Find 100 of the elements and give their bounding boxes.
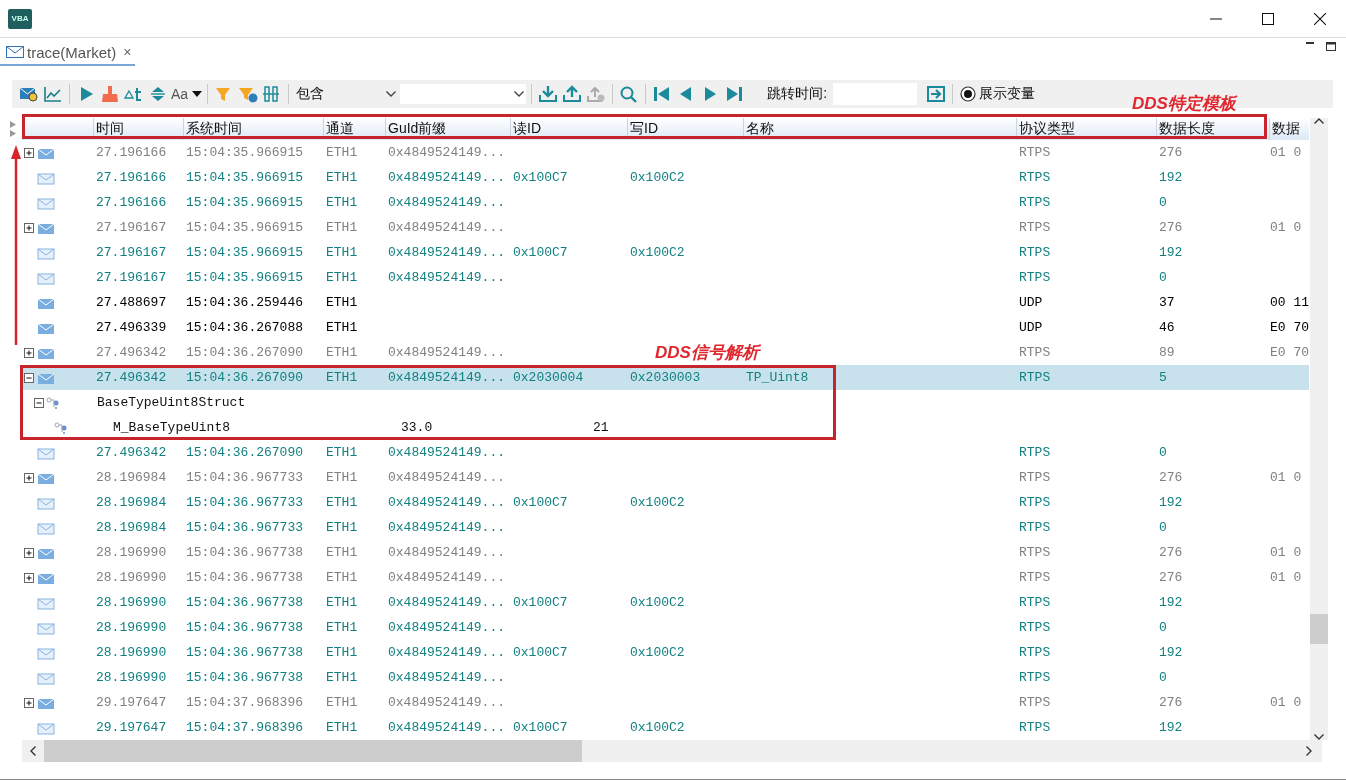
tree-node-label[interactable]: BaseTypeUint8Struct xyxy=(94,395,246,410)
show-variables-radio[interactable]: 展示变量 xyxy=(960,85,1035,103)
expand-icon[interactable] xyxy=(24,222,34,233)
column-header[interactable]: 系统时间 xyxy=(183,118,323,140)
expand-icon[interactable] xyxy=(24,147,34,158)
column-header[interactable]: 名称 xyxy=(743,118,1016,140)
table-row[interactable]: 27.496342 15:04:36.267090 ETH1 0x4849524149... 0x2030004 0x2030003 TP_Uint8 RTPS 5 xyxy=(22,365,1309,390)
table-cell-text: 0x4849524149... xyxy=(387,695,507,710)
table-row[interactable]: 28.196984 15:04:36.967733 ETH1 0x4849524149... RTPS 0 xyxy=(22,515,1309,540)
table-row[interactable]: 27.496339 15:04:36.267088 ETH1 UDP 46 E0 70 xyxy=(22,315,1309,340)
table-cell-text: 0x100C7 xyxy=(512,245,569,260)
table-cell-text: RTPS xyxy=(1018,170,1052,185)
upload-button[interactable] xyxy=(561,83,584,105)
table-row[interactable]: 28.196990 15:04:36.967738 ETH1 0x4849524149... RTPS 0 xyxy=(22,615,1309,640)
table-cell-text: 01 0 xyxy=(1269,545,1303,560)
minimize-icon[interactable] xyxy=(1306,42,1314,45)
column-header[interactable]: 读ID xyxy=(510,118,627,140)
expand-icon[interactable] xyxy=(24,697,34,708)
scroll-down-icon[interactable] xyxy=(1314,734,1324,740)
table-row[interactable]: 27.196167 15:04:35.966915 ETH1 0x4849524149... RTPS 276 01 0 xyxy=(22,215,1309,240)
table-cell-text: 15:04:36.267090 xyxy=(185,370,305,385)
font-size-button[interactable]: Aa xyxy=(171,83,203,105)
horizontal-scrollbar[interactable] xyxy=(22,740,1322,762)
table-cell-text: 276 xyxy=(1158,695,1184,710)
table-cell-text: 0x4849524149... xyxy=(387,370,507,385)
table-cell-text: RTPS xyxy=(1018,670,1052,685)
table-cell-text: RTPS xyxy=(1018,270,1052,285)
table-cell-text: 0x4849524149... xyxy=(387,645,507,660)
table-row[interactable]: 28.196984 15:04:36.967733 ETH1 0x4849524149... 0x100C7 0x100C2 RTPS 192 xyxy=(22,490,1309,515)
table-row[interactable]: 29.197647 15:04:37.968396 ETH1 0x4849524149... 0x100C7 0x100C2 RTPS 192 xyxy=(22,715,1309,740)
signal-name: M_BaseTypeUint8 xyxy=(112,420,232,435)
table-cell-text: 0x4849524149... xyxy=(387,145,507,160)
table-row[interactable]: 28.196990 15:04:36.967738 ETH1 0x4849524149... RTPS 0 xyxy=(22,665,1309,690)
column-header[interactable]: 数据 xyxy=(1269,118,1309,140)
expand-icon[interactable] xyxy=(24,572,34,583)
collapse-icon[interactable] xyxy=(34,397,44,408)
table-cell-text: 0x100C7 xyxy=(512,720,569,735)
broom-button[interactable] xyxy=(99,83,121,105)
table-cell-text: RTPS xyxy=(1018,345,1052,360)
table-row[interactable]: 28.196990 15:04:36.967738 ETH1 0x4849524149... RTPS 276 01 0 xyxy=(22,540,1309,565)
table-cell-text: 27.196167 xyxy=(95,245,168,260)
table-row[interactable]: 29.197647 15:04:37.968396 ETH1 0x4849524149... RTPS 276 01 0 xyxy=(22,690,1309,715)
table-row[interactable]: 27.488697 15:04:36.259446 ETH1 UDP 37 00 11 xyxy=(22,290,1309,315)
table-cell-text: 0x4849524149... xyxy=(387,195,507,210)
filter-mode-dropdown[interactable]: 包含 xyxy=(294,83,397,105)
collapse-icon[interactable] xyxy=(24,372,34,383)
table-row[interactable]: 27.496342 15:04:36.267090 ETH1 0x4849524149... DDS信号解析 RTPS 89 E0 70 xyxy=(22,340,1309,365)
table-row[interactable]: 27.196167 15:04:35.966915 ETH1 0x4849524149... RTPS 0 xyxy=(22,265,1309,290)
table-cell-text: ETH1 xyxy=(325,645,359,660)
go-button[interactable] xyxy=(925,83,947,105)
download-icon xyxy=(538,85,559,103)
radio-icon[interactable] xyxy=(960,86,976,102)
table-cell-text: RTPS xyxy=(1018,495,1052,510)
table-row[interactable]: 27.196166 15:04:35.966915 ETH1 0x4849524149... RTPS 0 xyxy=(22,190,1309,215)
chevron-down-icon xyxy=(514,91,525,97)
column-header[interactable]: 时间 xyxy=(93,118,183,140)
table-row[interactable]: 28.196990 15:04:36.967738 ETH1 0x4849524149... RTPS 276 01 0 xyxy=(22,565,1309,590)
table-row[interactable]: 27.196166 15:04:35.966915 ETH1 0x4849524149... 0x100C7 0x100C2 RTPS 192 xyxy=(22,165,1309,190)
column-header[interactable]: 数据长度 xyxy=(1156,118,1269,140)
column-header[interactable]: GuId前缀 xyxy=(385,118,510,140)
scrollbar-thumb[interactable] xyxy=(1310,614,1328,644)
table-cell-text: UDP xyxy=(1018,320,1044,335)
filter-input-field[interactable] xyxy=(400,84,527,104)
table-cell-text: ETH1 xyxy=(325,570,359,585)
scroll-left-icon[interactable] xyxy=(30,746,36,756)
scroll-right-icon[interactable] xyxy=(1306,746,1312,756)
table-cell-text: 15:04:35.966915 xyxy=(185,145,305,160)
tab-close-button[interactable]: × xyxy=(123,44,132,60)
table-row[interactable]: 27.196166 15:04:35.966915 ETH1 0x4849524149... RTPS 276 01 0 xyxy=(22,140,1309,165)
expand-icon[interactable] xyxy=(24,347,34,358)
table-cell-text: 0x100C7 xyxy=(512,645,569,660)
table-row[interactable]: 28.196984 15:04:36.967733 ETH1 0x4849524149... RTPS 276 01 0 xyxy=(22,465,1309,490)
scroll-up-icon[interactable] xyxy=(1314,118,1324,124)
table-cell-text: ETH1 xyxy=(325,620,359,635)
table-cell-text: 0x4849524149... xyxy=(387,545,507,560)
table-cell-text: 27.196167 xyxy=(95,220,168,235)
table-cell-text: RTPS xyxy=(1018,195,1052,210)
column-header[interactable]: 协议类型 xyxy=(1016,118,1156,140)
column-header[interactable]: 通道 xyxy=(323,118,385,140)
table-cell: 00 11 xyxy=(1269,295,1309,310)
table-cell-text: ETH1 xyxy=(325,170,359,185)
envelope-icon xyxy=(37,595,55,610)
vertical-scrollbar[interactable] xyxy=(1310,118,1328,740)
table-row[interactable]: 27.196167 15:04:35.966915 ETH1 0x4849524149... 0x100C7 0x100C2 RTPS 192 xyxy=(22,240,1309,265)
table-row[interactable]: 28.196990 15:04:36.967738 ETH1 0x4849524149... 0x100C7 0x100C2 RTPS 192 xyxy=(22,640,1309,665)
expand-icon[interactable] xyxy=(24,547,34,558)
table-cell-text: 276 xyxy=(1158,570,1184,585)
table-row[interactable]: 27.496342 15:04:36.267090 ETH1 0x4849524149... RTPS 0 xyxy=(22,440,1309,465)
scrollbar-thumb[interactable] xyxy=(44,740,582,762)
expand-icon[interactable] xyxy=(24,472,34,483)
table-cell-text: 192 xyxy=(1158,245,1184,260)
table-cell-text: 0 xyxy=(1158,195,1168,210)
column-header[interactable]: 写ID xyxy=(627,118,743,140)
maximize-icon[interactable] xyxy=(1326,42,1336,51)
table-cell-text: ETH1 xyxy=(325,345,359,360)
table-row[interactable]: 28.196990 15:04:36.967738 ETH1 0x4849524149... 0x100C7 0x100C2 RTPS 192 xyxy=(22,590,1309,615)
table-cell-text: 0x100C2 xyxy=(629,595,686,610)
table-cell-text: 192 xyxy=(1158,595,1184,610)
download-button[interactable] xyxy=(537,83,560,105)
upload-disabled-icon xyxy=(586,85,607,103)
